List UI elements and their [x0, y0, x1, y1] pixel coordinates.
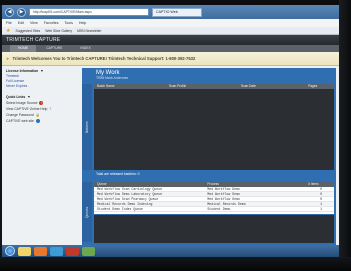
content-area: License Information ▼ Trimtech Full Lice…	[2, 66, 339, 251]
favorite-suggested-sites[interactable]: Suggested Sites	[15, 29, 40, 33]
items-cell: 1	[320, 207, 323, 211]
items-cell: 0	[320, 192, 323, 196]
process-cell: Med Workflow Demo	[207, 197, 240, 201]
photo-frame-right	[339, 0, 351, 271]
alert-icon: !	[39, 101, 44, 105]
queue-cell: Med Workflow Scan Cardiology Queue	[97, 187, 163, 191]
monitor-screen: ◀ ▶ http://tcapt01.com/CAPTIVE/Main.aspx…	[2, 5, 339, 257]
process-cell: Med Workflow Demo	[207, 192, 240, 196]
queue-grid: Queue Process # Items Med Workflow Scan …	[94, 182, 334, 214]
queue-rows: Med Workflow Scan Cardiology Queue Med Wo…	[94, 187, 334, 212]
queue-cell: Med Workflow Scan Pharmacy Queue	[97, 197, 159, 201]
process-cell: Student Demo	[207, 207, 231, 211]
start-button[interactable]	[5, 246, 15, 256]
menu-edit[interactable]: Edit	[18, 21, 24, 25]
menu-favorites[interactable]: Favorites	[44, 21, 59, 25]
lock-icon: 🔒	[35, 113, 40, 117]
menu-view[interactable]: View	[30, 21, 38, 25]
taskbar-explorer-icon[interactable]	[18, 246, 31, 256]
sidebar: License Information ▼ Trimtech Full Lice…	[2, 66, 82, 251]
welcome-text: Trimtech Welcomes You to Trimtech CAPTUR…	[12, 56, 196, 61]
queue-cell: Student Demo Index Queue	[97, 207, 143, 211]
license-heading-label: License Information	[6, 69, 39, 73]
nav-home[interactable]: HOME	[10, 45, 37, 52]
back-button[interactable]: ◀	[5, 7, 14, 17]
favorite-msn-newsletter[interactable]: MSN Newsletter	[77, 29, 102, 33]
favorites-star-icon[interactable]: ★	[6, 28, 10, 34]
process-cell: Medical Records Demo	[207, 202, 246, 206]
welcome-banner: ➤ Trimtech Welcomes You to Trimtech CAPT…	[2, 52, 339, 66]
my-work-title: My Work	[96, 70, 120, 76]
my-work-subtitle: TRIM Mark Ardennes	[96, 76, 129, 80]
main-panel: My Work TRIM Mark Ardennes Batches Batch…	[82, 66, 339, 251]
app-nav: HOME CAPTURE INDEX	[2, 45, 339, 52]
caret-down-icon: ▼	[40, 69, 44, 73]
quick-link-web-site[interactable]: CAPTIVE web site	[6, 118, 78, 124]
favorite-web-slice-gallery[interactable]: Web Slice Gallery	[45, 29, 72, 33]
queue-grid-empty	[94, 215, 334, 243]
help-icon: ?	[49, 107, 52, 111]
queue-cell: Medical Records Demo Indexing	[97, 202, 153, 206]
taskbar-ie-icon[interactable]	[50, 246, 63, 256]
app-title: TRIMTECH CAPTURE	[2, 35, 339, 45]
favorites-bar: ★ Suggested Sites Web Slice Gallery MSN …	[2, 27, 339, 35]
photo-frame-bottom	[0, 257, 351, 271]
table-row[interactable]: Student Demo Index Queue Student Demo 1	[94, 207, 334, 212]
menu-help[interactable]: Help	[79, 21, 86, 25]
menu-file[interactable]: File	[6, 21, 12, 25]
windows-taskbar	[2, 245, 339, 257]
items-cell: 1	[320, 202, 323, 206]
queue-cell: Med Workflow Demo Laboratory Queue	[97, 192, 163, 196]
vtab-batches[interactable]: Batches	[82, 84, 92, 170]
process-cell: Med Workflow Demo	[207, 187, 240, 191]
my-work-panel: My Work TRIM Mark Ardennes Batches Batch…	[82, 68, 336, 245]
taskbar-media-icon[interactable]	[34, 246, 47, 256]
quick-links-heading-label: Quick Links	[6, 95, 26, 99]
license-heading[interactable]: License Information ▼	[6, 69, 78, 73]
info-arrow-icon: ➤	[6, 56, 10, 61]
items-cell: 0	[320, 197, 323, 201]
quick-links-heading[interactable]: Quick Links ▼	[6, 95, 78, 99]
taskbar-app-icon[interactable]	[66, 246, 79, 256]
items-cell: 0	[320, 187, 323, 191]
taskbar-app-icon-2[interactable]	[82, 246, 95, 256]
browser-address-row: ◀ ▶ http://tcapt01.com/CAPTIVE/Main.aspx…	[2, 5, 339, 19]
address-bar[interactable]: http://tcapt01.com/CAPTIVE/Main.aspx	[29, 8, 149, 16]
unreleased-count: Total are released batches: 0	[96, 172, 140, 176]
browser-tab[interactable]: CAPTIO Web	[152, 7, 202, 17]
browser-menubar: File Edit View Favorites Tools Help	[2, 19, 339, 27]
quick-link-label: CAPTIVE web site	[6, 119, 34, 123]
menu-tools[interactable]: Tools	[65, 21, 73, 25]
globe-icon	[35, 119, 40, 123]
caret-down-icon: ▼	[27, 95, 31, 99]
nav-capture[interactable]: CAPTURE	[38, 45, 70, 52]
nav-index[interactable]: INDEX	[72, 45, 98, 52]
vtab-queues[interactable]: Queues	[82, 182, 92, 242]
batch-grid: Batch Name Scan Profile Scan Date Pages	[94, 84, 334, 89]
forward-button[interactable]: ▶	[17, 7, 26, 17]
batch-grid-body	[94, 89, 334, 170]
